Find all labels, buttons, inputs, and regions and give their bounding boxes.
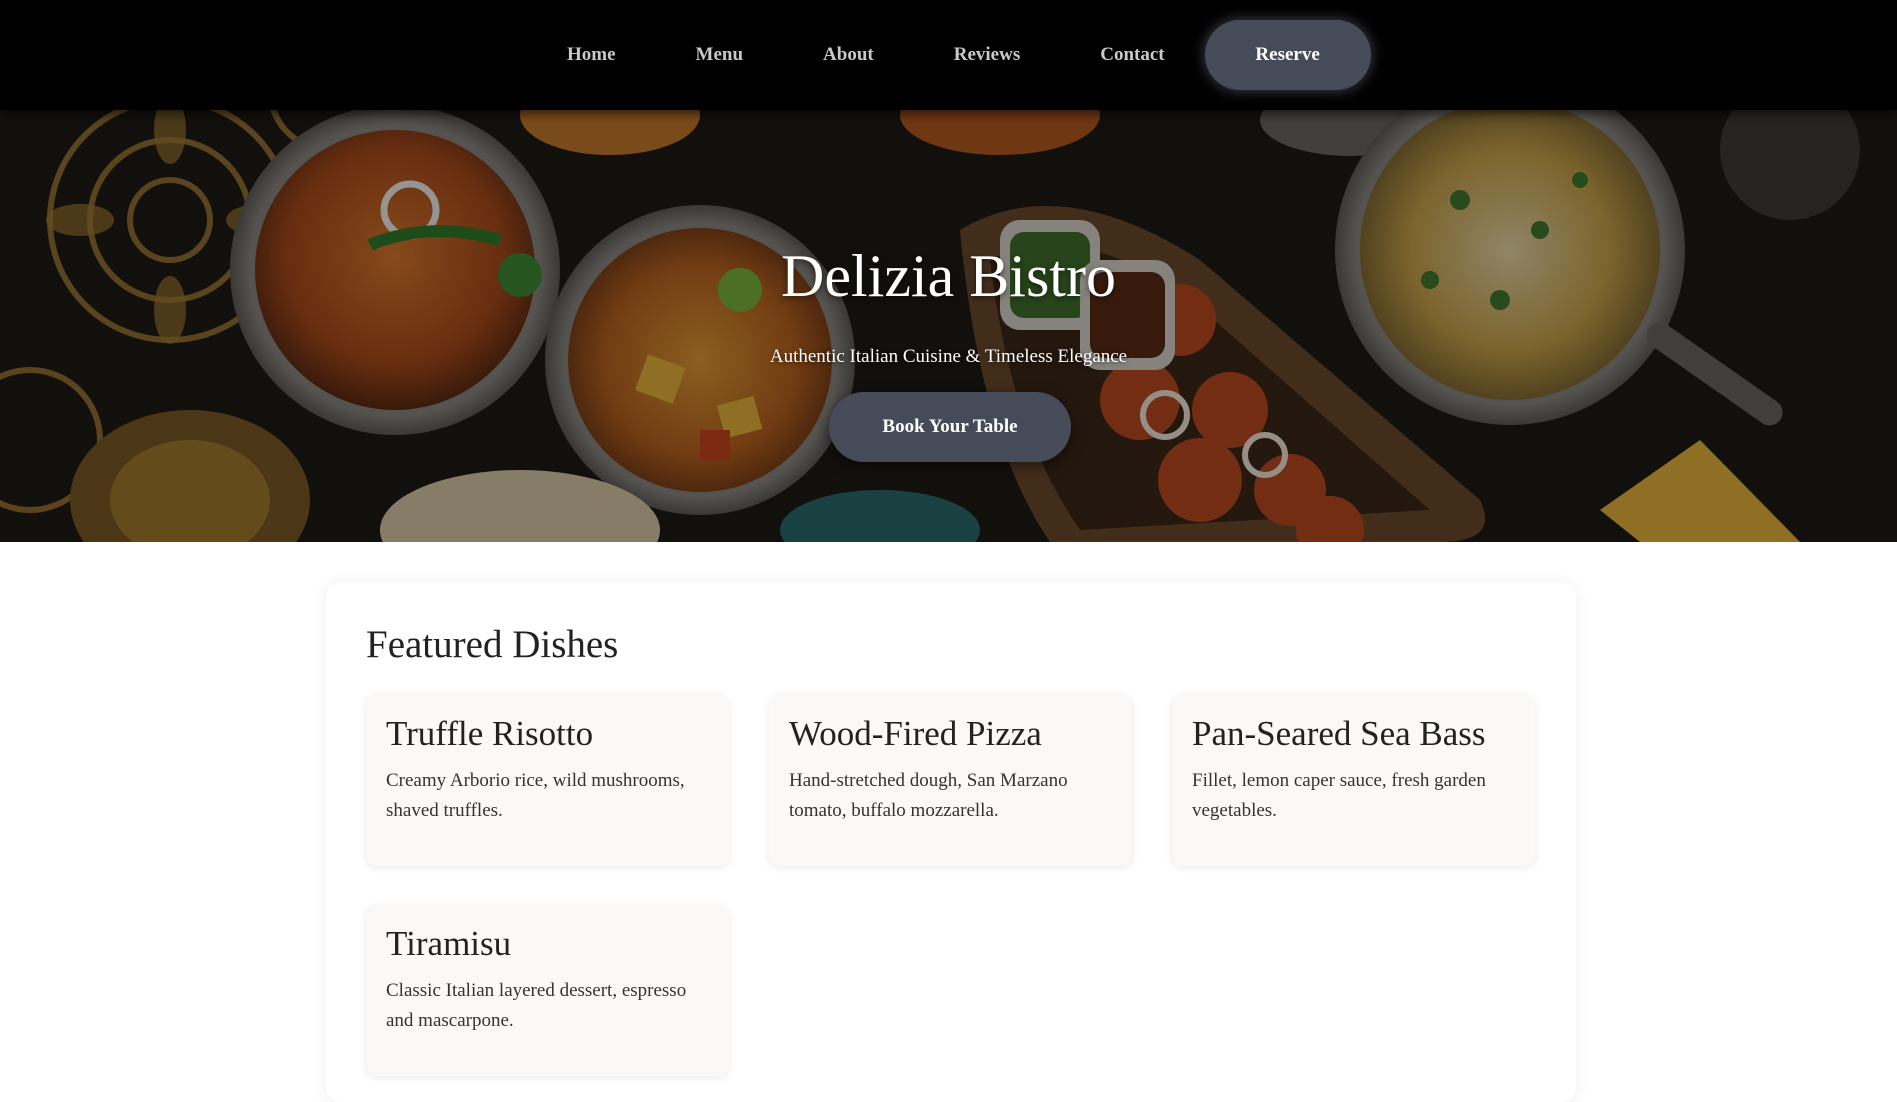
dish-card-tiramisu[interactable]: Tiramisu Classic Italian layered dessert… [366, 904, 729, 1076]
reserve-button[interactable]: Reserve [1204, 20, 1371, 90]
dish-description: Classic Italian layered dessert, espress… [386, 980, 687, 1031]
dish-card-pan-seared-sea-bass[interactable]: Pan-Seared Sea Bass Fillet, lemon caper … [1172, 694, 1535, 866]
nav-contact-link[interactable]: Contact [1060, 44, 1204, 66]
dish-card-truffle-risotto[interactable]: Truffle Risotto Creamy Arborio rice, wil… [366, 694, 729, 866]
dish-description: Hand-stretched dough, San Marzano tomato… [789, 770, 1068, 821]
dish-description: Fillet, lemon caper sauce, fresh garden … [1192, 770, 1486, 821]
nav-links: Home Menu About Reviews Contact Reserve [527, 20, 1371, 90]
featured-dishes-section: Featured Dishes Truffle Risotto Creamy A… [326, 582, 1576, 1102]
dish-name: Truffle Risotto [386, 714, 594, 753]
nav-reviews-link[interactable]: Reviews [914, 44, 1060, 66]
dish-name: Wood-Fired Pizza [789, 714, 1042, 753]
dish-name: Pan-Seared Sea Bass [1192, 714, 1486, 753]
featured-dishes-heading: Featured Dishes [366, 623, 619, 666]
nav-menu-link[interactable]: Menu [656, 44, 784, 66]
dish-grid: Truffle Risotto Creamy Arborio rice, wil… [366, 694, 1536, 1076]
dish-description: Creamy Arborio rice, wild mushrooms, sha… [386, 770, 685, 821]
dish-name: Tiramisu [386, 924, 512, 963]
dish-card-wood-fired-pizza[interactable]: Wood-Fired Pizza Hand-stretched dough, S… [769, 694, 1132, 866]
nav-about-link[interactable]: About [783, 44, 914, 66]
hero-banner: Delizia Bistro Authentic Italian Cuisine… [0, 110, 1897, 542]
book-table-button[interactable]: Book Your Table [829, 392, 1071, 462]
hero-title: Delizia Bistro [781, 243, 1116, 309]
hero-overlay [0, 110, 1897, 542]
top-navbar: Home Menu About Reviews Contact Reserve [0, 0, 1897, 110]
hero-subtitle: Authentic Italian Cuisine & Timeless Ele… [769, 346, 1128, 367]
nav-home-link[interactable]: Home [527, 44, 656, 66]
